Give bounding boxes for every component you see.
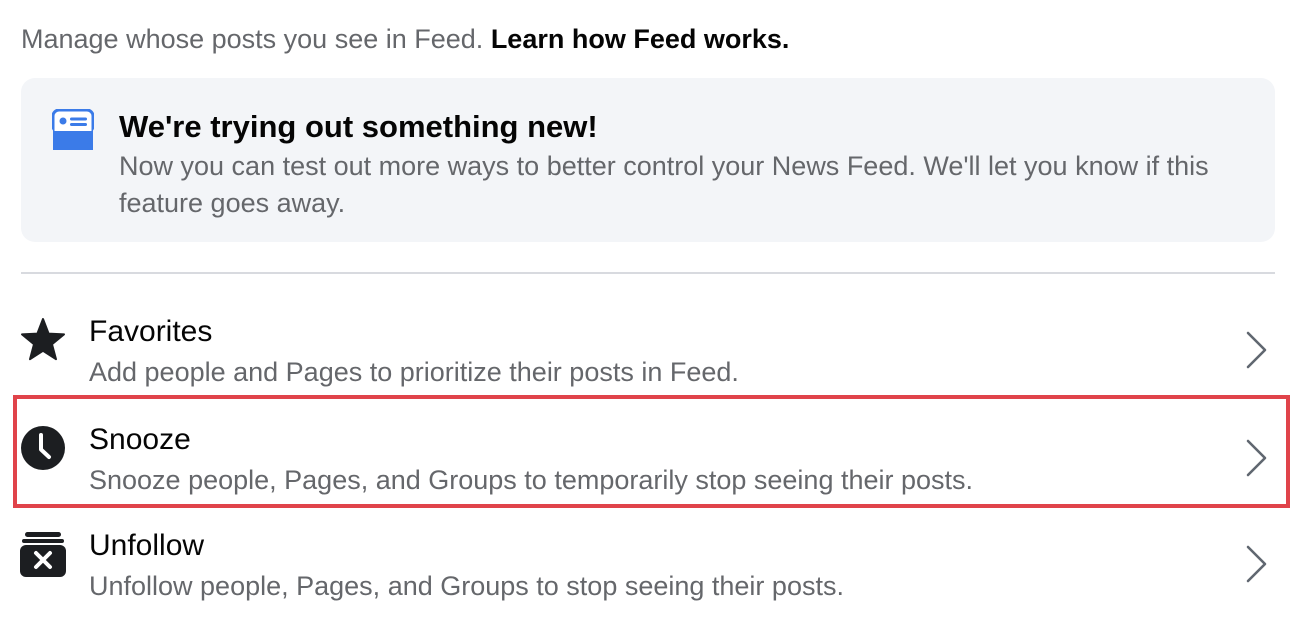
feed-intro: Manage whose posts you see in Feed. Lear… (21, 22, 789, 56)
unfollow-title: Unfollow (89, 529, 205, 562)
favorites-description: Add people and Pages to prioritize their… (89, 357, 739, 387)
chevron-right-icon (1246, 439, 1267, 477)
chevron-right-icon (1246, 331, 1267, 369)
learn-how-feed-works-link[interactable]: Learn how Feed works. (491, 24, 790, 54)
unfollow-option[interactable]: Unfollow Unfollow people, Pages, and Gro… (0, 516, 1300, 622)
news-feed-card-icon (52, 109, 94, 150)
favorites-option[interactable]: Favorites Add people and Pages to priori… (0, 302, 1300, 408)
star-icon (21, 318, 65, 361)
snooze-option[interactable]: Snooze Snooze people, Pages, and Groups … (0, 410, 1300, 516)
snooze-title: Snooze (89, 423, 191, 456)
section-divider (21, 272, 1275, 274)
banner-title: We're trying out something new! (119, 109, 598, 144)
banner-description: Now you can test out more ways to better… (119, 151, 1209, 218)
favorites-title: Favorites (89, 315, 213, 348)
unfollow-icon (20, 532, 66, 577)
clock-icon (21, 426, 65, 470)
snooze-description: Snooze people, Pages, and Groups to temp… (89, 465, 974, 495)
unfollow-description: Unfollow people, Pages, and Groups to st… (89, 571, 844, 601)
chevron-right-icon (1246, 545, 1267, 583)
feed-intro-text: Manage whose posts you see in Feed. (21, 24, 484, 54)
new-feature-banner: We're trying out something new! Now you … (21, 78, 1275, 242)
